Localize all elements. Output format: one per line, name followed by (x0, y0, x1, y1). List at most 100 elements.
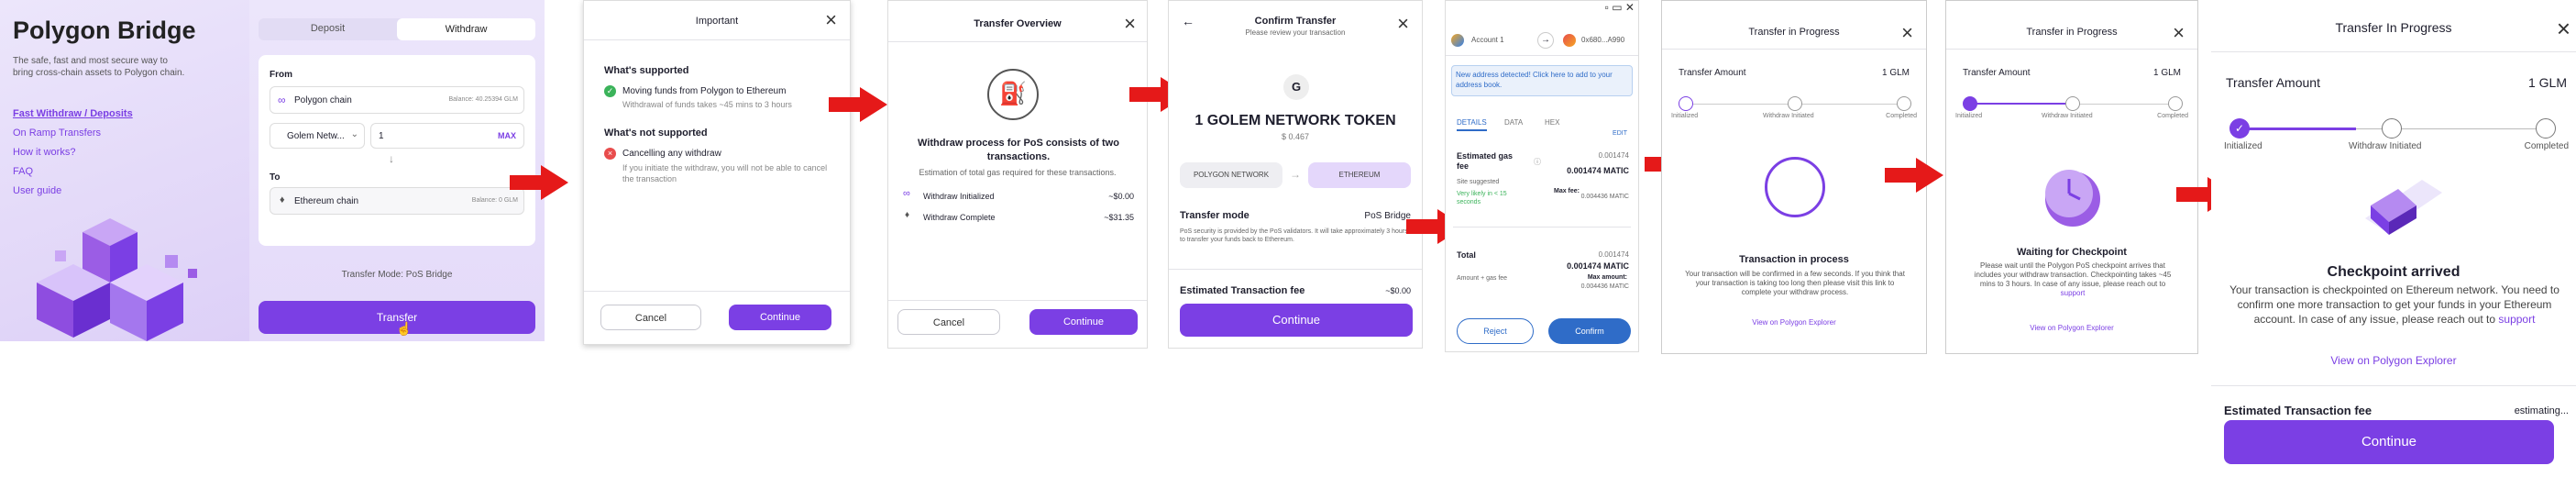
supported-subtext: Withdrawal of funds takes ~45 mins to 3 … (622, 100, 792, 109)
modal-subtitle: Please review your transaction (1245, 28, 1346, 37)
max-amount-value: 0.004436 MATIC (1580, 283, 1629, 290)
step-label-completed: Completed (2157, 113, 2188, 119)
tab-data[interactable]: DATA (1504, 118, 1523, 127)
likely-time: Very likely in < 15 seconds (1457, 191, 1507, 205)
support-link[interactable]: support (2498, 313, 2535, 326)
step-dot-withdraw (2382, 118, 2402, 139)
gas-fee-amount: 0.001474 (1598, 151, 1629, 160)
divider (1169, 269, 1422, 270)
step-dot-initialized (1679, 96, 1693, 111)
modal-title: Confirm Transfer (1254, 16, 1337, 27)
panel-bridge-form: Deposit Withdraw From ∞ Polygon chain Ba… (249, 0, 545, 341)
amount-input[interactable]: 1 (379, 131, 384, 141)
max-button[interactable]: MAX (498, 131, 516, 140)
step-dot-initialized (1963, 96, 1977, 111)
nav-link-how-it-works[interactable]: How it works? (13, 147, 75, 158)
tab-details[interactable]: DETAILS (1457, 118, 1487, 131)
cancel-button[interactable]: Cancel (600, 305, 701, 330)
transfer-amount-value: 1 GLM (2527, 75, 2567, 90)
explorer-link[interactable]: View on Polygon Explorer (1662, 318, 1926, 327)
transaction-fee-value: estimating... (2514, 405, 2569, 416)
transfer-amount-value: 1 GLM (2152, 68, 2181, 78)
status-description-text: Please wait until the Polygon PoS checkp… (1974, 261, 2172, 288)
explorer-link[interactable]: View on Polygon Explorer (1946, 324, 2197, 332)
divider (2211, 385, 2576, 386)
confirm-button[interactable]: Confirm (1548, 318, 1631, 344)
transfer-mode-value: PoS Bridge (1364, 211, 1411, 221)
from-balance: Balance: 40.25394 GLM (448, 96, 519, 103)
from-network-badge: POLYGON NETWORK (1180, 162, 1282, 188)
transaction-fee-value: ~$0.00 (1385, 286, 1411, 295)
close-icon[interactable]: × (825, 8, 837, 32)
tab-hex[interactable]: HEX (1545, 118, 1559, 127)
amount-input-box[interactable]: 1 MAX (370, 123, 524, 149)
account-bar: Account 1 → 0x680...A990 (1446, 27, 1638, 56)
modal-title: Transfer Overview (974, 18, 1062, 29)
token-select[interactable]: Golem Netw... ⌄ (270, 123, 365, 149)
close-icon[interactable]: × (1124, 12, 1136, 36)
step-dot-withdraw (2065, 96, 2080, 111)
tab-deposit[interactable]: Deposit (259, 23, 397, 34)
reject-button[interactable]: Reject (1457, 318, 1534, 344)
polygon-icon: ∞ (903, 188, 910, 199)
close-icon[interactable]: × (1397, 12, 1409, 36)
continue-button[interactable]: Continue (2224, 420, 2554, 464)
from-chain-name: Polygon chain (294, 95, 352, 105)
divider (2211, 51, 2576, 52)
panel-checkpoint-arrived: Transfer In Progress × Transfer Amount 1… (2211, 0, 2576, 477)
new-address-notice[interactable]: New address detected! Click here to add … (1451, 65, 1633, 96)
step-label-initialized: Initialized (1671, 113, 1699, 119)
continue-button[interactable]: Continue (1180, 304, 1413, 337)
continue-button[interactable]: Continue (1029, 309, 1138, 335)
not-supported-text: Cancelling any withdraw (622, 149, 721, 159)
supported-text: Moving funds from Polygon to Ethereum (622, 86, 787, 96)
modal-title: Transfer in Progress (1748, 27, 1840, 38)
panel-progress-waiting: Transfer in Progress × Transfer Amount 1… (1945, 0, 2198, 354)
from-chain-box[interactable]: ∞ Polygon chain Balance: 40.25394 GLM (270, 86, 524, 114)
gas-fee-label: Estimated gas fee (1457, 151, 1514, 171)
gas-pump-icon: ⛽ (987, 69, 1039, 120)
progress-fill (2239, 128, 2356, 130)
golem-token-icon: G (1283, 74, 1309, 100)
status-title: Checkpoint arrived (2327, 264, 2460, 280)
close-icon[interactable]: × (1901, 21, 1913, 45)
nav-link-faq[interactable]: FAQ (13, 166, 33, 177)
edit-link[interactable]: EDIT (1613, 130, 1627, 137)
modal-title: Important (695, 16, 739, 27)
polygon-icon: ∞ (278, 94, 286, 106)
transfer-amount-label: Transfer Amount (1963, 68, 2031, 78)
step-dot-completed (2536, 118, 2556, 139)
arrow-right-icon: → (1537, 32, 1554, 49)
continue-button[interactable]: Continue (729, 305, 831, 330)
step-label-completed: Completed (1886, 113, 1917, 119)
nav-link-user-guide[interactable]: User guide (13, 185, 61, 196)
max-fee-label: Max fee: (1554, 188, 1580, 194)
account-avatar (1451, 34, 1464, 47)
step-label-initialized: Initialized (1955, 113, 1983, 119)
cancel-button[interactable]: Cancel (897, 309, 1000, 335)
nav-link-on-ramp[interactable]: On Ramp Transfers (13, 128, 101, 139)
arrow-icon (829, 87, 887, 122)
step-dot-withdraw (1788, 96, 1802, 111)
panel-confirm-transfer: ← Confirm Transfer Please review your tr… (1168, 0, 1423, 349)
token-usd-value: $ 0.467 (1281, 132, 1310, 141)
explorer-link[interactable]: View on Polygon Explorer (2211, 354, 2576, 367)
from-label: From (270, 70, 292, 80)
close-icon[interactable]: × (2173, 21, 2185, 45)
check-icon: ✓ (604, 85, 616, 97)
transfer-amount-label: Transfer Amount (2226, 75, 2320, 90)
nav-link-fast-withdraw[interactable]: Fast Withdraw / Deposits (13, 108, 133, 119)
step-label-withdraw: Withdraw Initiated (2349, 141, 2422, 151)
divider (888, 300, 1147, 301)
info-icon: ⓘ (1534, 158, 1541, 166)
withdraw-complete-label: Withdraw Complete (923, 213, 996, 222)
divider (888, 41, 1147, 42)
close-icon[interactable]: × (2557, 15, 2570, 43)
arrow-down-icon: ↓ (389, 152, 394, 165)
to-chain-box[interactable]: ♦ Ethereum chain Balance: 0 GLM (270, 187, 524, 215)
arrow-icon (510, 165, 568, 200)
not-supported-subtext: If you initiate the withdraw, you will n… (622, 163, 828, 183)
support-link[interactable]: support (2061, 289, 2086, 297)
step-label-completed: Completed (2524, 141, 2569, 151)
tab-withdraw[interactable]: Withdraw (397, 18, 535, 40)
